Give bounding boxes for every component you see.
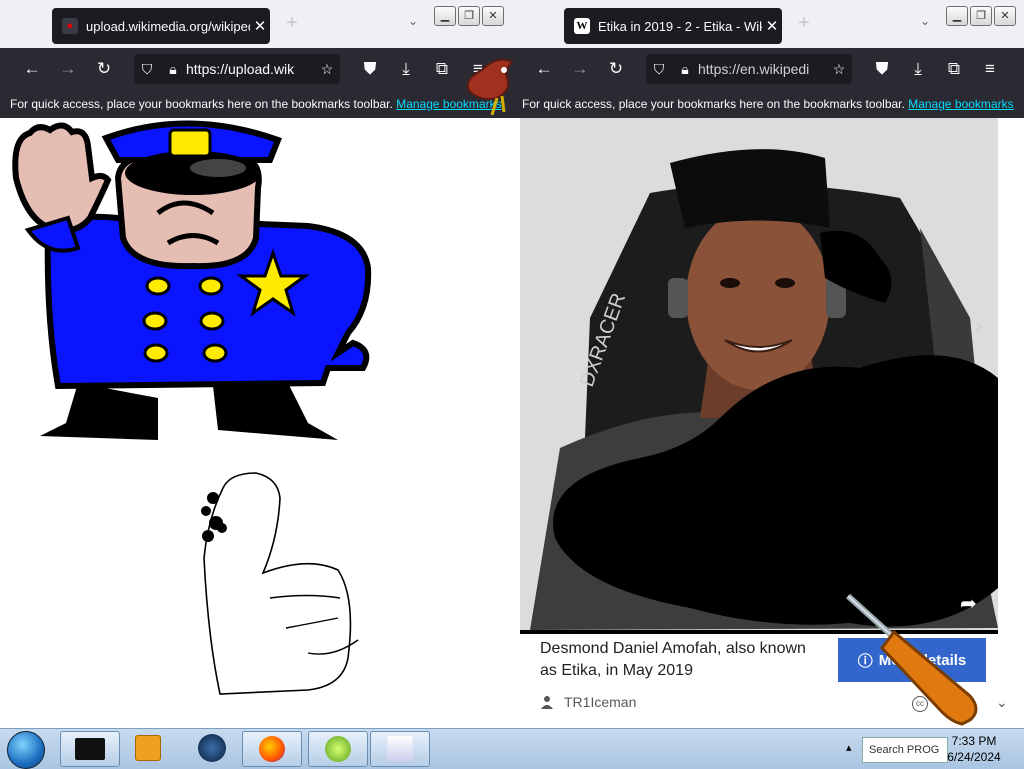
new-tab-icon[interactable]: + <box>286 12 298 35</box>
shield-icon[interactable]: ⛉ <box>646 61 672 78</box>
taskbar-app-2[interactable] <box>128 731 168 765</box>
bookmark-star-icon[interactable]: ☆ <box>826 61 852 78</box>
close-window-icon[interactable]: ✕ <box>482 6 504 26</box>
downloads-icon[interactable]: ⤓ <box>906 57 930 81</box>
lock-icon[interactable]: 🔒︎ <box>160 61 186 78</box>
reload-icon[interactable]: ↻ <box>604 57 628 81</box>
downloads-icon[interactable]: ⤓ <box>394 57 418 81</box>
tray-expand-icon[interactable]: ▴ <box>846 741 852 754</box>
tray-search-box[interactable]: Search PROG <box>862 737 948 763</box>
author-name[interactable]: TR1Iceman <box>564 694 636 710</box>
firefox-icon <box>259 736 285 762</box>
maximize-icon[interactable]: ❐ <box>458 6 480 26</box>
monitor-icon <box>75 738 105 760</box>
forward-icon[interactable]: → <box>56 57 80 81</box>
new-tab-icon[interactable]: + <box>798 12 810 35</box>
left-browser-window: ● upload.wikimedia.org/wikipedia ✕ + ⌄ ▁… <box>0 0 512 728</box>
taskbar-app-3[interactable] <box>192 731 232 765</box>
extensions-icon[interactable]: ⧉ <box>942 57 966 81</box>
wikipedia-favicon-icon: W <box>574 18 590 34</box>
right-browser-window: W Etika in 2019 - 2 - Etika - Wikipe ✕ +… <box>512 0 1024 728</box>
taskbar-firefox[interactable] <box>242 731 302 767</box>
svg-text:›: › <box>975 314 984 339</box>
cartoon-police-officer-image <box>12 120 372 695</box>
author-line: TR1Iceman <box>540 694 636 710</box>
left-titlebar: ● upload.wikimedia.org/wikipedia ✕ + ⌄ ▁… <box>0 0 512 48</box>
close-tab-icon[interactable]: ✕ <box>762 17 782 35</box>
tab-list-chevron-icon[interactable]: ⌄ <box>408 14 418 28</box>
start-button[interactable] <box>7 731 45 769</box>
etika-photo-image: ➦ DXRACER › <box>520 118 998 630</box>
bookmark-star-icon[interactable]: ☆ <box>314 61 340 78</box>
globe-icon <box>198 734 226 762</box>
extensions-icon[interactable]: ⧉ <box>430 57 454 81</box>
pocket-icon[interactable]: ⛊ <box>358 57 382 81</box>
url-text[interactable]: https://en.wikipedi <box>698 61 826 77</box>
screwdriver-cursor-icon <box>845 593 978 726</box>
close-tab-icon[interactable]: ✕ <box>250 17 270 35</box>
caption-line-1: Desmond Daniel Amofah, also known <box>540 640 806 657</box>
shield-icon[interactable]: ⛉ <box>134 61 160 78</box>
left-bookmarks-toolbar: For quick access, place your bookmarks h… <box>0 90 512 118</box>
tab-title: Etika in 2019 - 2 - Etika - Wikipe <box>598 18 762 34</box>
right-titlebar: W Etika in 2019 - 2 - Etika - Wikipe ✕ +… <box>512 0 1024 48</box>
right-url-bar[interactable]: ⛉ 🔒︎ https://en.wikipedi ☆ <box>646 54 852 84</box>
right-window-controls: ▁ ❐ ✕ <box>946 6 1016 26</box>
lime-icon <box>325 736 351 762</box>
close-window-icon[interactable]: ✕ <box>994 6 1016 26</box>
clock-date: 6/24/2024 <box>947 750 1001 764</box>
left-active-tab[interactable]: ● upload.wikimedia.org/wikipedia ✕ <box>52 8 270 44</box>
manage-bookmarks-link[interactable]: Manage bookmarks <box>908 97 1013 111</box>
minimize-icon[interactable]: ▁ <box>434 6 456 26</box>
tab-title: upload.wikimedia.org/wikipedia <box>86 18 250 34</box>
pocket-icon[interactable]: ⛊ <box>870 57 894 81</box>
taskbar-app-6[interactable] <box>370 731 430 767</box>
clock[interactable]: 7:33 PM 6/24/2024 <box>942 733 1006 765</box>
bookmarks-hint: For quick access, place your bookmarks h… <box>10 97 393 111</box>
left-page-content <box>8 118 504 728</box>
taskbar-app-5[interactable] <box>308 731 368 767</box>
tray-search-text: Search PROG <box>869 744 940 756</box>
caption-line-2: as Etika, in May 2019 <box>540 662 693 679</box>
taskbar: ▴ Search PROG 7:33 PM 6/24/2024 <box>0 728 1024 769</box>
reload-icon[interactable]: ↻ <box>92 57 116 81</box>
back-icon[interactable]: ← <box>20 57 44 81</box>
right-active-tab[interactable]: W Etika in 2019 - 2 - Etika - Wikipe ✕ <box>564 8 782 44</box>
left-window-controls: ▁ ❐ ✕ <box>434 6 504 26</box>
media-player-icon <box>135 735 161 761</box>
right-bookmarks-toolbar: For quick access, place your bookmarks h… <box>512 90 1024 118</box>
left-url-bar[interactable]: ⛉ 🔒︎ https://upload.wik ☆ <box>134 54 340 84</box>
left-navbar: ← → ↻ ⛉ 🔒︎ https://upload.wik ☆ ⛊ ⤓ ⧉ ≡ <box>0 48 512 90</box>
menu-icon[interactable]: ≡ <box>978 57 1002 81</box>
wikimedia-favicon-icon: ● <box>62 18 78 34</box>
image-caption: Desmond Daniel Amofah, also known as Eti… <box>540 638 830 682</box>
bird-sprite-icon <box>466 58 514 116</box>
clock-time: 7:33 PM <box>951 734 997 748</box>
maximize-icon[interactable]: ❐ <box>970 6 992 26</box>
person-icon <box>541 696 553 709</box>
lock-icon[interactable]: 🔒︎ <box>672 61 698 78</box>
bookmarks-hint: For quick access, place your bookmarks h… <box>522 97 905 111</box>
thumbs-up-drawing <box>201 472 359 695</box>
back-icon[interactable]: ← <box>532 57 556 81</box>
minimize-icon[interactable]: ▁ <box>946 6 968 26</box>
flower-icon <box>387 736 413 762</box>
forward-icon[interactable]: → <box>568 57 592 81</box>
url-text[interactable]: https://upload.wik <box>186 61 314 77</box>
taskbar-app-1[interactable] <box>60 731 120 767</box>
tab-list-chevron-icon[interactable]: ⌄ <box>920 14 930 28</box>
right-navbar: ← → ↻ ⛉ 🔒︎ https://en.wikipedi ☆ ⛊ ⤓ ⧉ ≡ <box>512 48 1024 90</box>
